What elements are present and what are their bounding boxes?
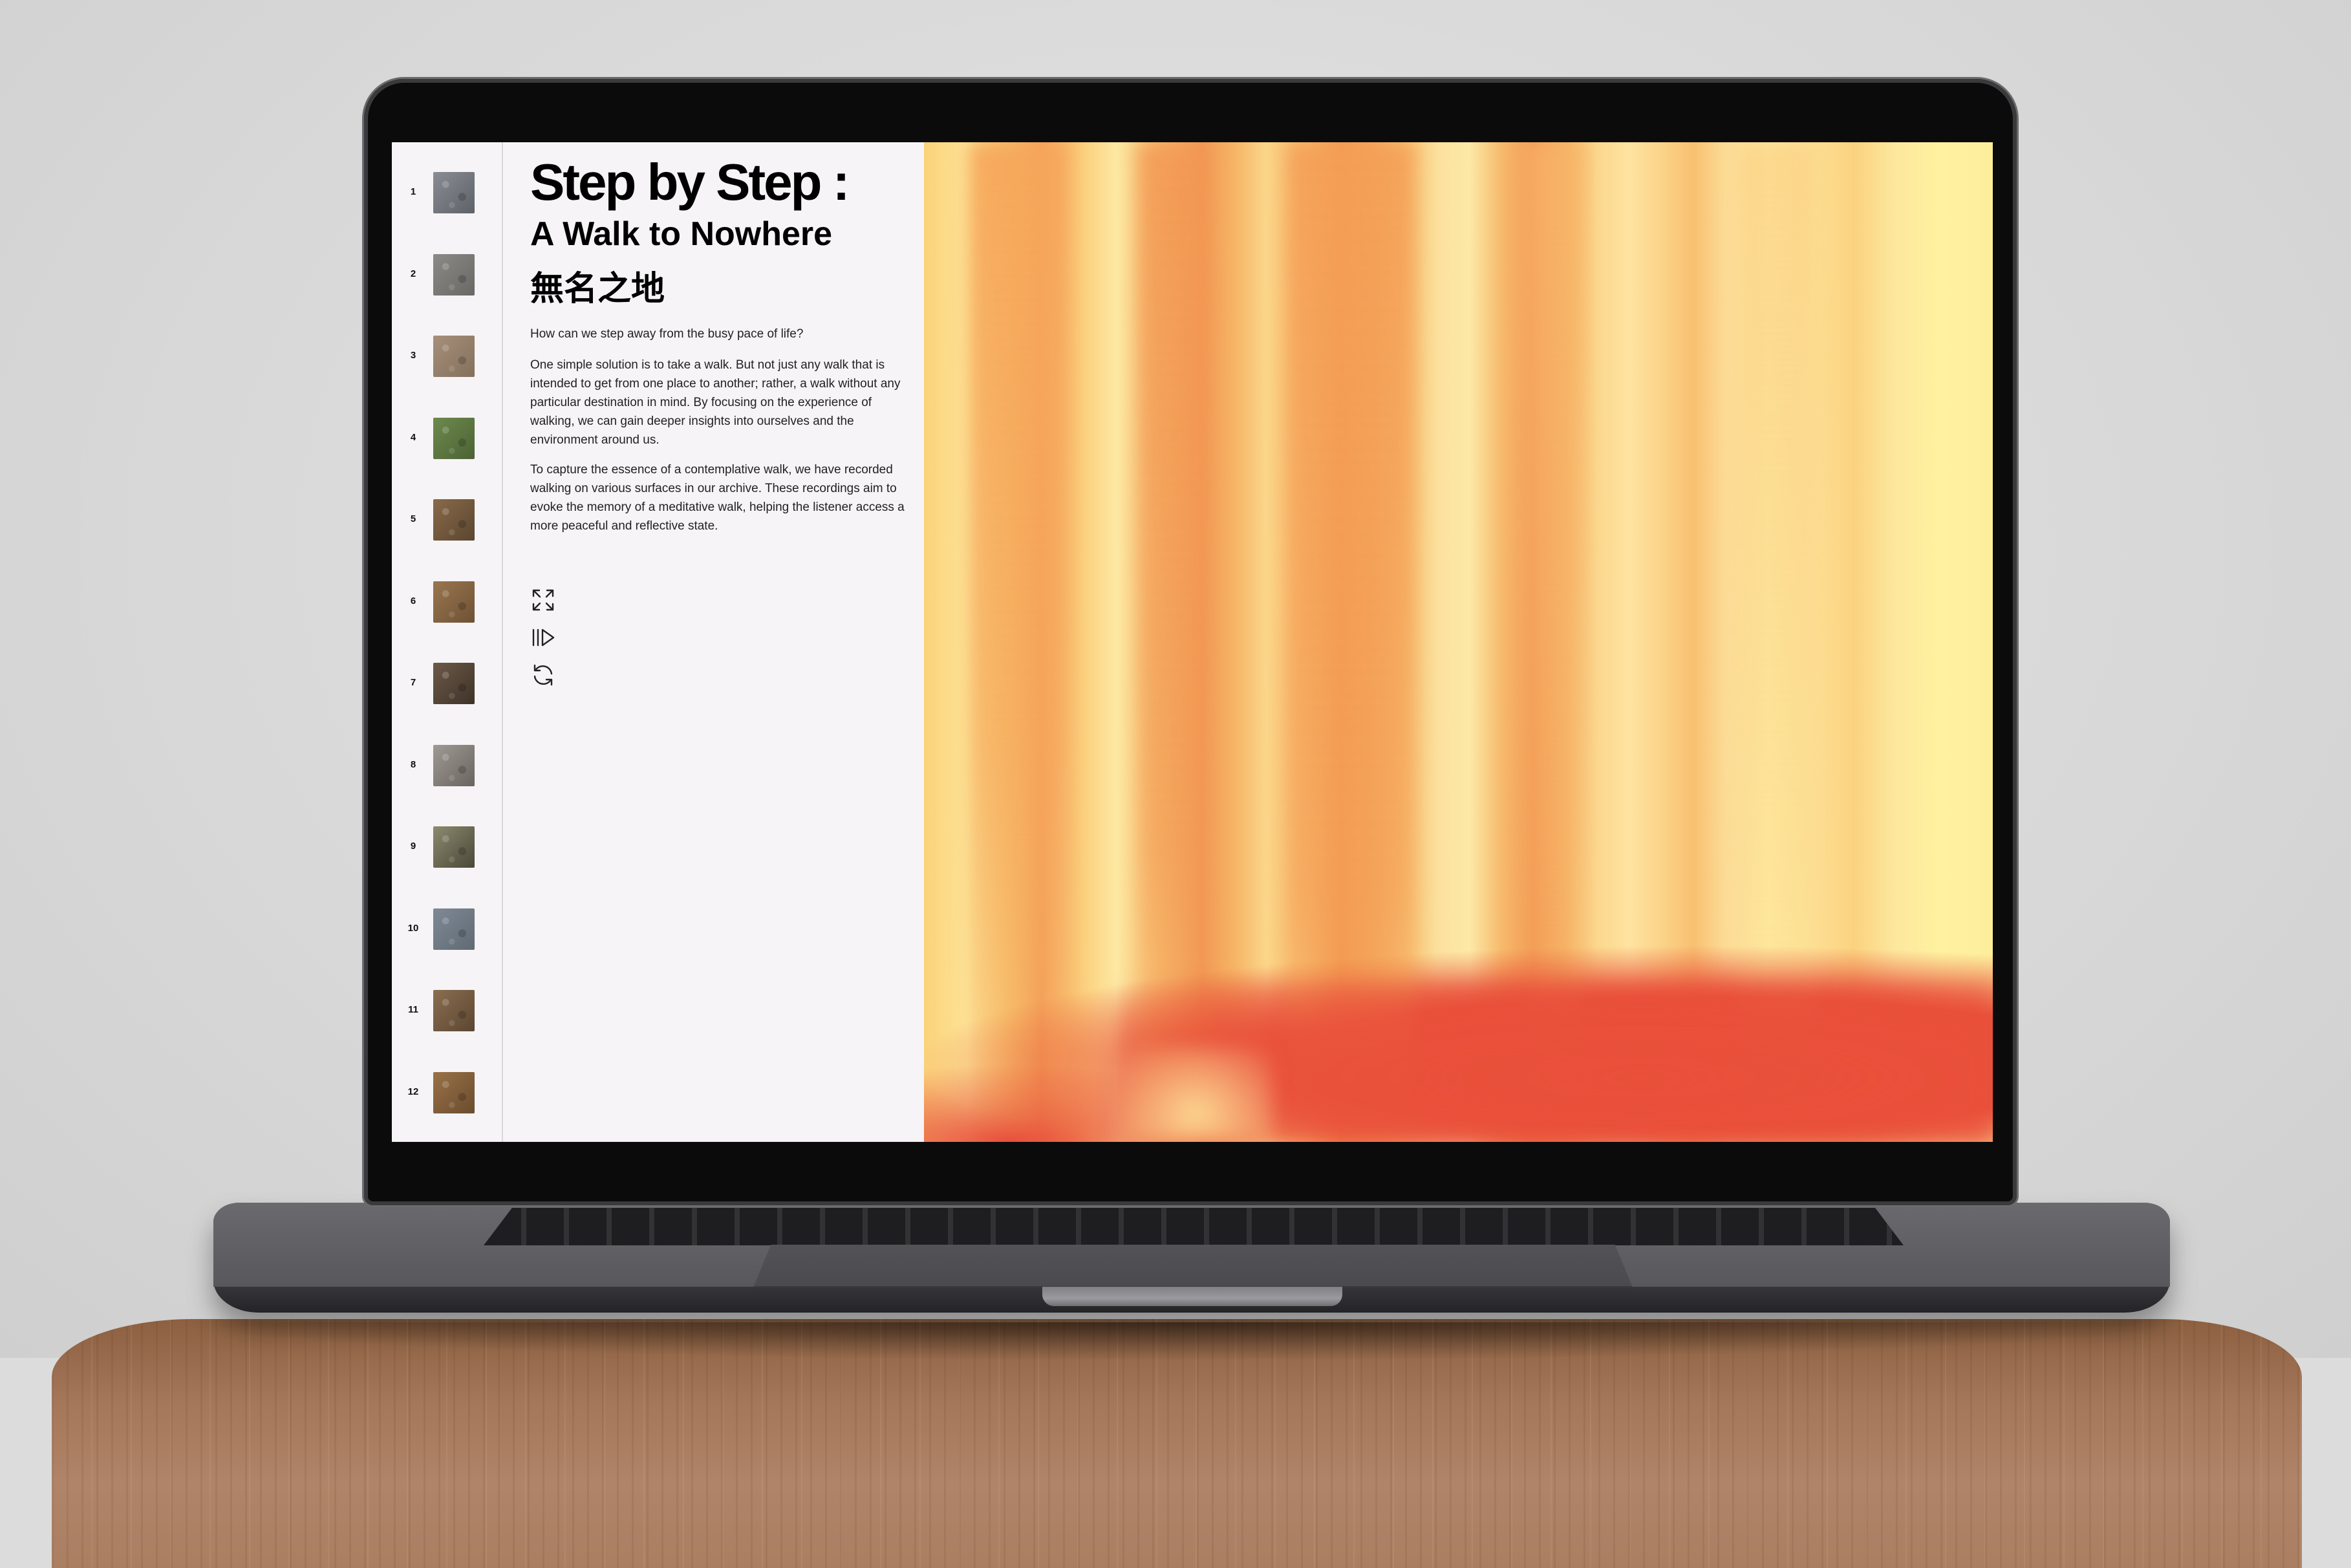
track-thumbnail[interactable] — [433, 1071, 475, 1113]
track-number: 12 — [407, 1086, 419, 1097]
track-number: 9 — [410, 841, 416, 852]
track-thumbnail[interactable] — [433, 581, 475, 623]
track-number: 5 — [410, 513, 416, 524]
melt-highlight — [1118, 1047, 1273, 1142]
fullscreen-icon — [532, 589, 554, 611]
track-item-11[interactable]: 11 — [392, 990, 502, 1036]
track-item-4[interactable]: 4 — [392, 417, 502, 464]
track-thumbnail[interactable] — [433, 172, 475, 213]
track-number: 7 — [410, 677, 416, 688]
track-thumbnail[interactable] — [433, 417, 475, 459]
track-thumbnail[interactable] — [433, 336, 475, 377]
laptop-screen: 1 2 3 4 5 6 7 8 9 10 11 12 Step by Step : A Walk to… — [392, 142, 1993, 1142]
intro-question: How can we step away from the busy pace … — [530, 327, 804, 341]
track-number: 3 — [410, 350, 416, 361]
track-item-7[interactable]: 7 — [392, 663, 502, 709]
laptop-hinge-notch — [1042, 1287, 1342, 1306]
play-pause-button[interactable] — [530, 625, 556, 650]
track-item-10[interactable]: 10 — [392, 908, 502, 955]
melt-streak — [969, 142, 1066, 1142]
track-number: 8 — [410, 758, 416, 770]
track-item-2[interactable]: 2 — [392, 253, 502, 301]
track-number: 11 — [408, 1004, 418, 1015]
track-thumbnail[interactable] — [433, 499, 475, 541]
stand-shadow — [168, 1322, 2185, 1361]
page-subtitle-chinese: 無名之地 — [530, 270, 665, 308]
track-thumbnail[interactable] — [433, 990, 475, 1031]
archive-paragraph: To capture the essence of a contemplativ… — [530, 463, 905, 533]
laptop-keyboard — [484, 1208, 1904, 1245]
refresh-icon — [533, 664, 553, 686]
track-number: 4 — [410, 431, 416, 443]
track-thumbnail[interactable] — [433, 663, 475, 704]
track-item-9[interactable]: 9 — [392, 826, 502, 873]
track-number: 1 — [410, 186, 416, 197]
fullscreen-button[interactable] — [530, 587, 556, 613]
track-number: 10 — [407, 922, 419, 934]
track-thumbnail[interactable] — [433, 826, 475, 868]
laptop-trackpad — [753, 1245, 1633, 1287]
page-subtitle: A Walk to Nowhere — [530, 215, 833, 253]
play-pause-icon — [532, 628, 555, 647]
track-item-8[interactable]: 8 — [392, 744, 502, 791]
generative-visual[interactable] — [924, 142, 1993, 1142]
track-sidebar: 1 2 3 4 5 6 7 8 9 10 11 12 — [392, 142, 503, 1142]
track-thumbnail[interactable] — [433, 908, 475, 950]
track-thumbnail[interactable] — [433, 744, 475, 786]
track-number: 6 — [410, 595, 416, 607]
track-item-3[interactable]: 3 — [392, 336, 502, 382]
refresh-button[interactable] — [530, 662, 556, 688]
track-item-12[interactable]: 12 — [392, 1071, 502, 1119]
track-item-1[interactable]: 1 — [392, 172, 502, 219]
page-title: Step by Step : — [530, 153, 850, 211]
track-thumbnail[interactable] — [433, 253, 475, 295]
track-number: 2 — [410, 268, 416, 279]
track-item-6[interactable]: 6 — [392, 581, 502, 628]
intro-paragraph: One simple solution is to take a walk. B… — [530, 358, 901, 447]
content-panel: Step by Step : A Walk to Nowhere 無名之地 Ho… — [503, 142, 924, 1142]
track-item-5[interactable]: 5 — [392, 499, 502, 546]
